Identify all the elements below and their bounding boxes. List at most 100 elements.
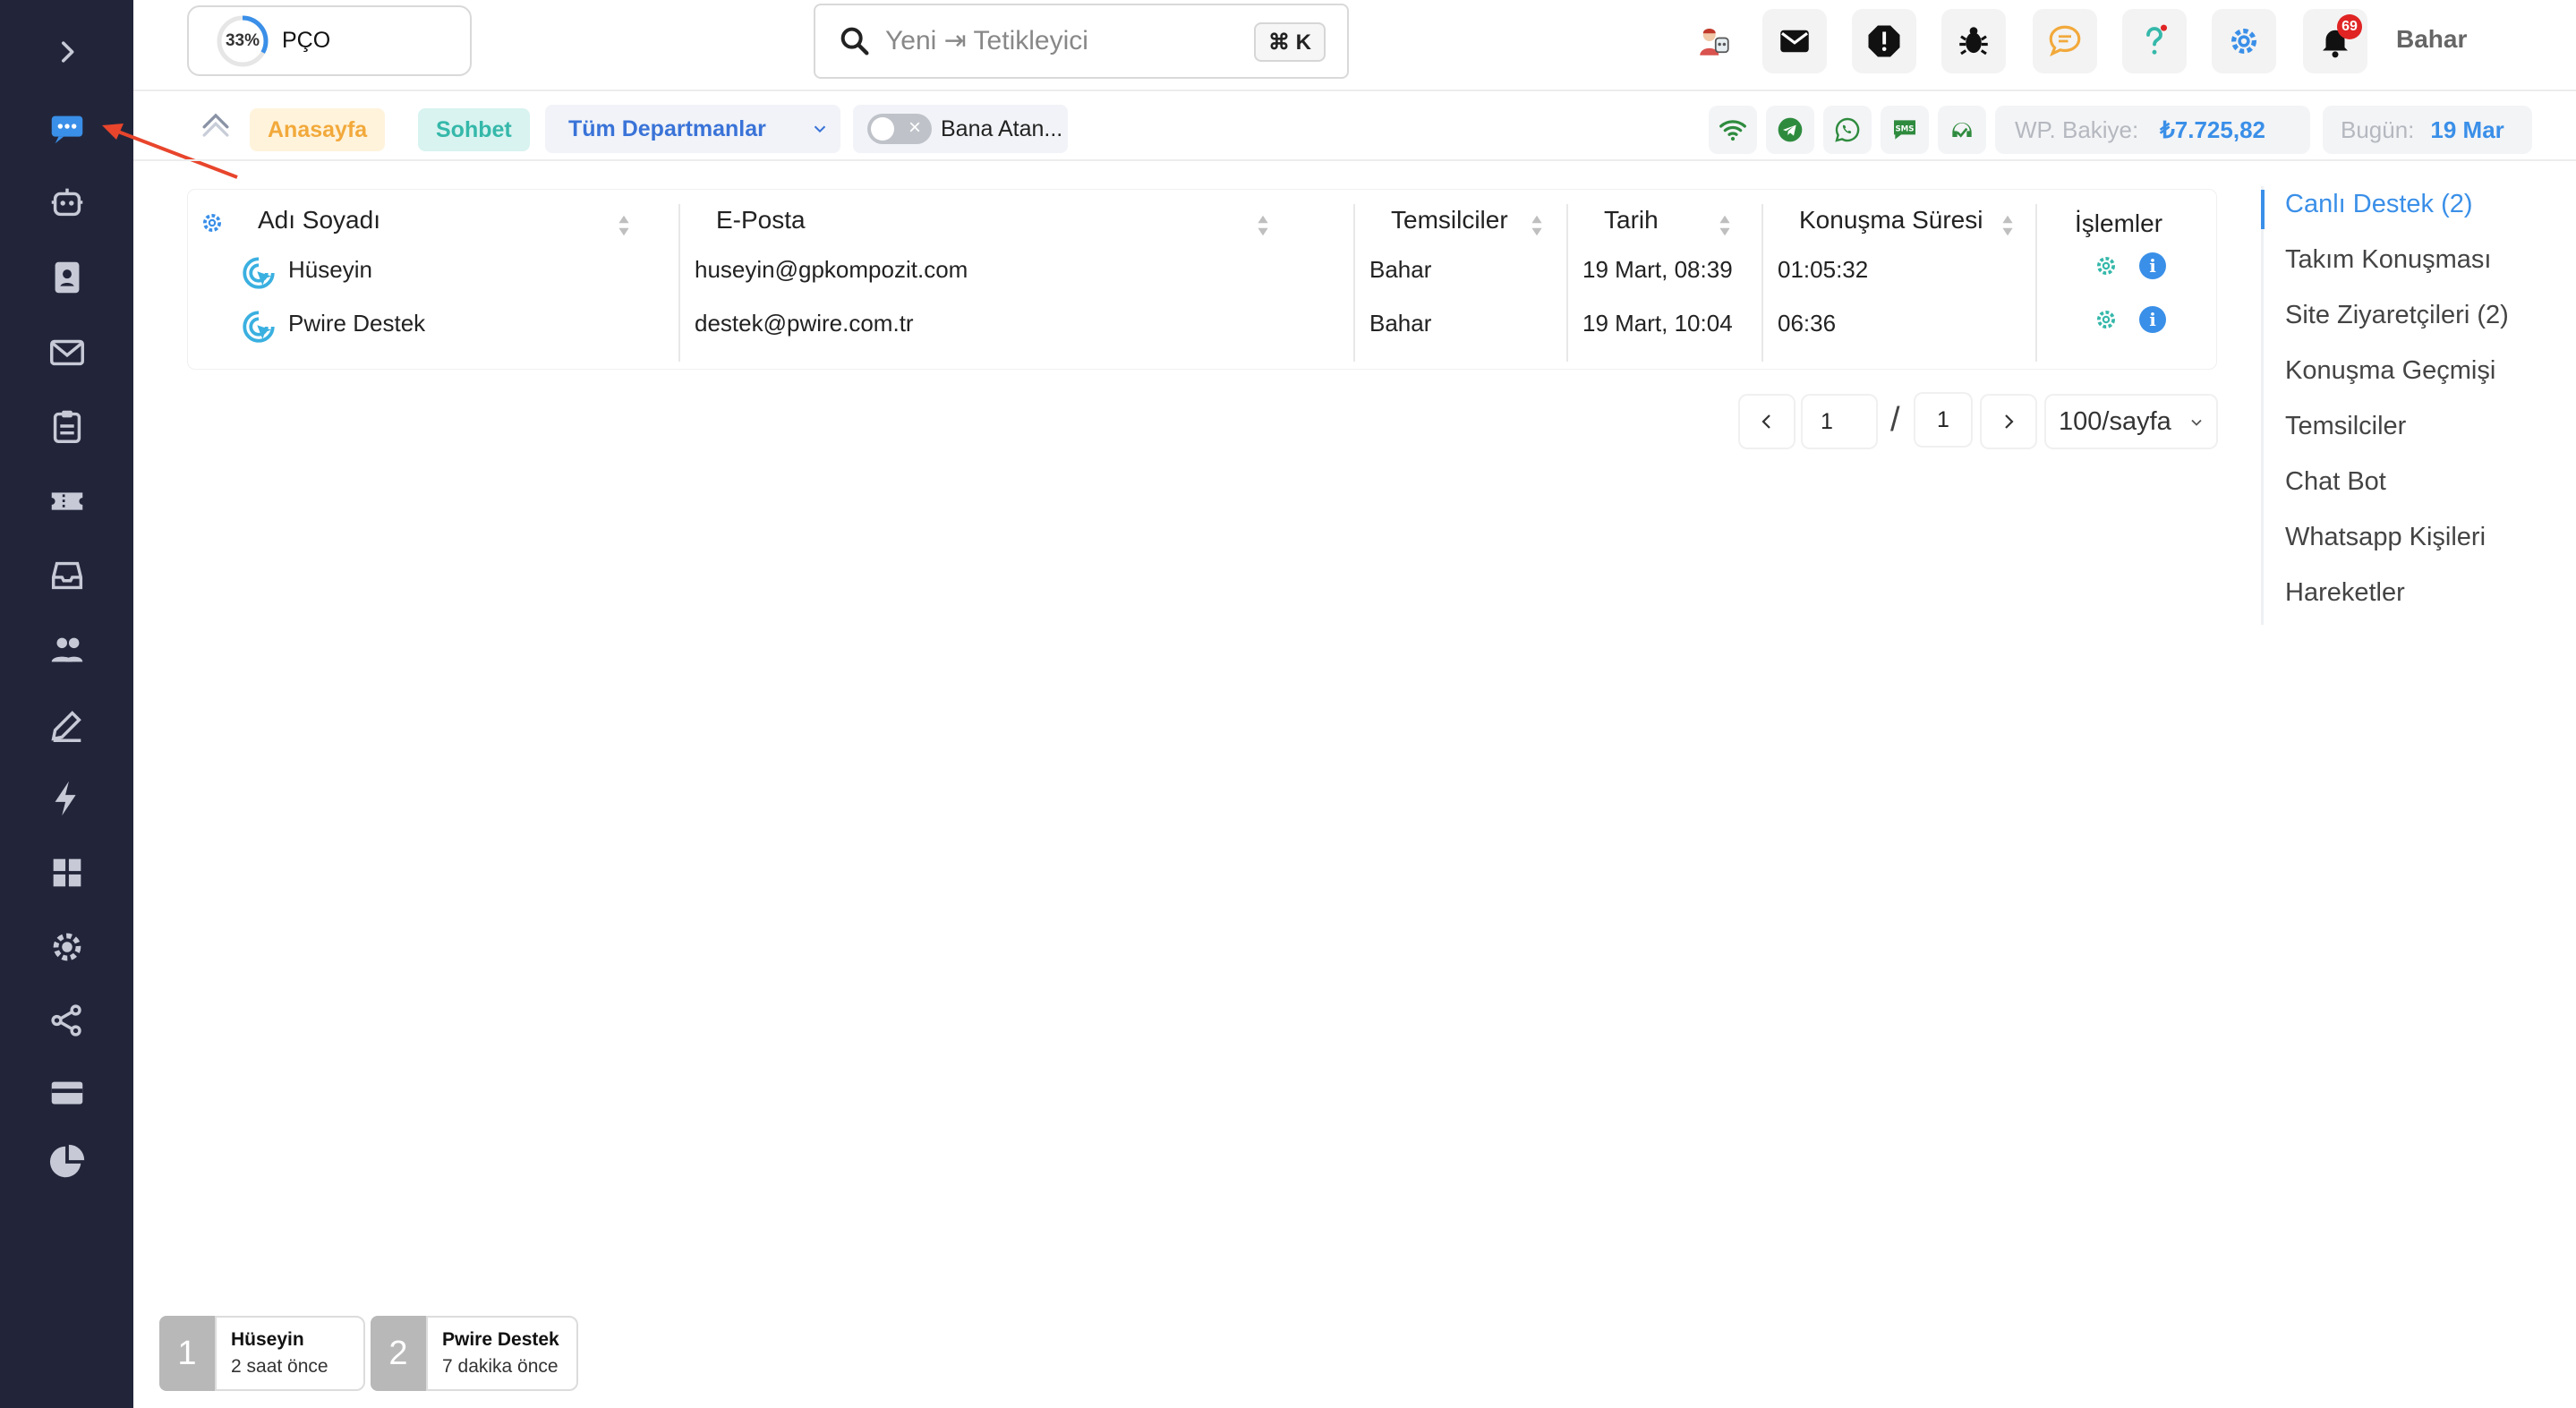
assigned-to-me-toggle[interactable]: × Bana Atan... bbox=[853, 105, 1068, 153]
channel-telegram[interactable] bbox=[1766, 106, 1814, 154]
help-button[interactable] bbox=[2122, 9, 2187, 73]
sidebar-item-tasks[interactable] bbox=[0, 399, 133, 453]
sort-icon[interactable] bbox=[1255, 213, 1271, 238]
chip-body: Pwire Destek 7 dakika önce bbox=[426, 1316, 578, 1391]
settings-button[interactable] bbox=[2212, 9, 2276, 73]
column-settings-icon[interactable] bbox=[199, 209, 226, 236]
row-date: 19 Mart, 08:39 bbox=[1582, 256, 1733, 283]
wifi-icon bbox=[1719, 120, 1746, 141]
column-divider bbox=[1353, 204, 1355, 362]
tag-chat[interactable]: Sohbet bbox=[418, 108, 530, 151]
bot-icon bbox=[51, 188, 82, 217]
right-nav-item-live-support[interactable]: Canlı Destek (2) bbox=[2285, 190, 2473, 219]
column-divider bbox=[678, 204, 680, 362]
sidebar-item-share[interactable] bbox=[0, 994, 133, 1047]
department-select[interactable]: Tüm Departmanlar bbox=[545, 105, 840, 153]
feedback-button[interactable] bbox=[2033, 9, 2097, 73]
right-nav-item-team-chat[interactable]: Takım Konuşması bbox=[2285, 245, 2491, 275]
telegram-icon bbox=[1778, 117, 1803, 142]
sidebar-item-automation[interactable] bbox=[0, 772, 133, 825]
department-select-value: Tüm Departmanlar bbox=[568, 115, 766, 141]
previous-page-button[interactable] bbox=[1740, 396, 1794, 448]
right-nav-item-activity[interactable]: Hareketler bbox=[2285, 578, 2405, 608]
sidebar-expand-button[interactable] bbox=[0, 25, 133, 79]
row-info-icon[interactable]: i bbox=[2139, 306, 2166, 333]
row-settings-icon[interactable] bbox=[2093, 252, 2120, 279]
help-question-icon bbox=[2146, 24, 2167, 55]
row-name[interactable]: Hüseyin bbox=[288, 256, 372, 284]
alerts-button[interactable] bbox=[1852, 9, 1916, 73]
progress-percent: 33% bbox=[225, 30, 260, 50]
channel-support[interactable] bbox=[1938, 106, 1986, 154]
right-nav: Canlı Destek (2) Takım Konuşması Site Zi… bbox=[2261, 186, 2574, 625]
row-agent: Bahar bbox=[1369, 256, 1432, 283]
column-header-name[interactable]: Adı Soyadı bbox=[258, 202, 380, 238]
open-chat-chip[interactable]: 2 Pwire Destek 7 dakika önce bbox=[371, 1316, 578, 1391]
column-header-duration[interactable]: Konuşma Süresi bbox=[1799, 202, 1983, 238]
users-icon bbox=[51, 637, 82, 662]
user-name[interactable]: Bahar bbox=[2396, 25, 2467, 54]
right-nav-item-chat-bot[interactable]: Chat Bot bbox=[2285, 467, 2386, 497]
row-name[interactable]: Pwire Destek bbox=[288, 310, 425, 337]
wp-balance-value: ₺7.725,82 bbox=[2160, 115, 2265, 143]
inbox-icon bbox=[51, 561, 82, 590]
agents-button[interactable] bbox=[1682, 9, 1746, 73]
row-duration: 01:05:32 bbox=[1778, 256, 1869, 283]
page-size-select[interactable]: 100/sayfa bbox=[2046, 396, 2216, 448]
sidebar-item-forms[interactable] bbox=[0, 698, 133, 752]
chip-time: 2 saat önce bbox=[231, 1356, 328, 1377]
right-nav-item-site-visitors[interactable]: Site Ziyaretçileri (2) bbox=[2285, 301, 2509, 330]
sidebar-item-dashboard[interactable] bbox=[0, 846, 133, 900]
sidebar-item-inbox[interactable] bbox=[0, 549, 133, 602]
search-input[interactable] bbox=[885, 26, 1243, 56]
right-nav-item-whatsapp-contacts[interactable]: Whatsapp Kişileri bbox=[2285, 523, 2486, 552]
profile-progress[interactable]: 33% PÇO bbox=[187, 5, 472, 76]
sort-icon[interactable] bbox=[2000, 213, 2016, 238]
chevron-up-icon[interactable] bbox=[196, 106, 235, 145]
bug-report-button[interactable] bbox=[1941, 9, 2006, 73]
whatsapp-icon bbox=[1835, 117, 1860, 142]
sidebar-item-mail[interactable] bbox=[0, 325, 133, 379]
channel-web[interactable] bbox=[1709, 106, 1757, 154]
sort-icon[interactable] bbox=[1717, 213, 1733, 238]
sidebar-item-reports[interactable] bbox=[0, 1135, 133, 1189]
lightning-icon bbox=[55, 781, 76, 816]
channel-whatsapp[interactable] bbox=[1823, 106, 1872, 154]
sidebar-item-settings[interactable] bbox=[0, 920, 133, 974]
column-header-agents[interactable]: Temsilciler bbox=[1391, 202, 1508, 238]
row-info-icon[interactable]: i bbox=[2139, 252, 2166, 279]
channel-sms[interactable]: SMS bbox=[1881, 106, 1929, 154]
gear-icon bbox=[2231, 29, 2256, 54]
chevron-left-icon bbox=[1761, 414, 1770, 429]
toggle-switch[interactable]: × bbox=[867, 114, 932, 144]
sort-icon[interactable] bbox=[616, 213, 632, 238]
notifications-button[interactable]: 69 bbox=[2303, 9, 2367, 73]
search-box[interactable]: ⌘ K bbox=[814, 4, 1349, 79]
tag-home[interactable]: Anasayfa bbox=[250, 108, 386, 151]
search-shortcut: ⌘ K bbox=[1254, 22, 1326, 62]
sidebar-item-billing[interactable] bbox=[0, 1067, 133, 1121]
row-agent: Bahar bbox=[1369, 310, 1432, 337]
messages-button[interactable] bbox=[1762, 9, 1827, 73]
open-chat-chip[interactable]: 1 Hüseyin 2 saat önce bbox=[159, 1316, 365, 1391]
right-nav-item-agents[interactable]: Temsilciler bbox=[2285, 412, 2406, 441]
column-header-date[interactable]: Tarih bbox=[1604, 202, 1659, 238]
notification-count-badge: 69 bbox=[2337, 14, 2362, 39]
page-total: 1 bbox=[1915, 394, 1971, 446]
sort-icon[interactable] bbox=[1529, 213, 1545, 238]
row-settings-icon[interactable] bbox=[2093, 306, 2120, 333]
next-page-button[interactable] bbox=[1982, 396, 2035, 448]
column-divider bbox=[1761, 204, 1763, 362]
clipboard-icon bbox=[53, 410, 81, 443]
right-nav-item-chat-history[interactable]: Konuşma Geçmişi bbox=[2285, 356, 2495, 386]
wp-balance-label: WP. Bakiye: bbox=[2015, 115, 2139, 143]
column-header-actions: İşlemler bbox=[2075, 209, 2163, 237]
sidebar-item-tickets[interactable] bbox=[0, 474, 133, 528]
settings-gear-icon bbox=[53, 933, 81, 961]
sidebar-item-users[interactable] bbox=[0, 623, 133, 677]
sidebar-item-contacts[interactable] bbox=[0, 251, 133, 304]
column-header-email[interactable]: E-Posta bbox=[716, 202, 806, 238]
row-duration: 06:36 bbox=[1778, 310, 1837, 337]
page-number-input[interactable]: 1 bbox=[1803, 396, 1876, 448]
sidebar bbox=[0, 0, 133, 1408]
